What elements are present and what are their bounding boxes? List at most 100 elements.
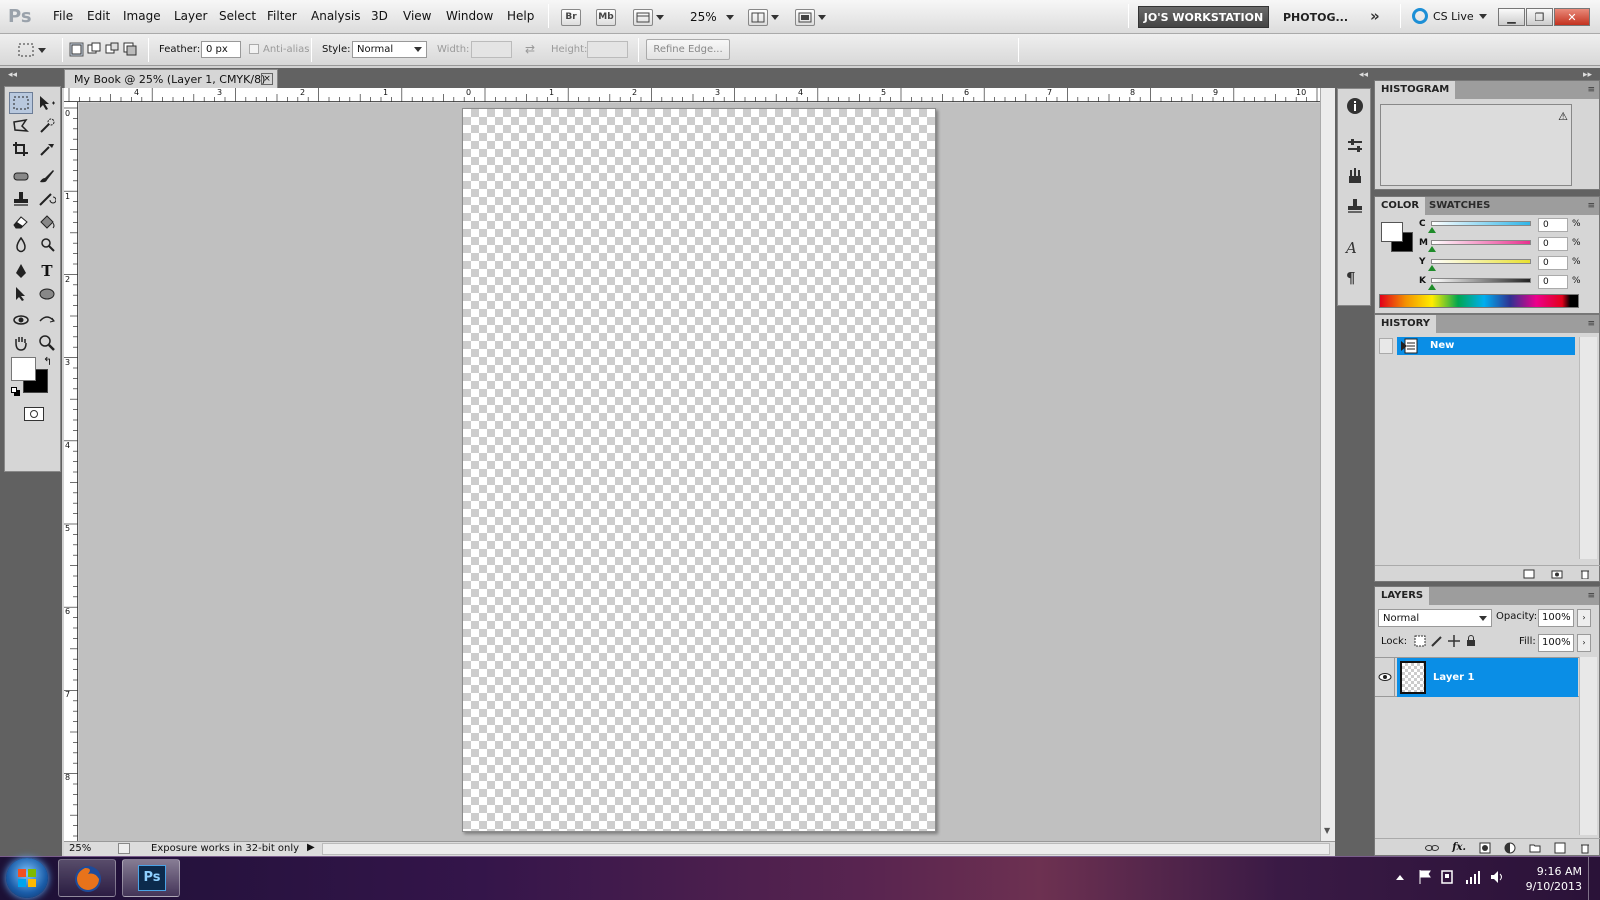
- black-slider[interactable]: [1431, 278, 1531, 283]
- vertical-scrollbar[interactable]: ▼: [1320, 88, 1335, 841]
- tool-preset-picker[interactable]: [18, 39, 56, 61]
- new-group-icon[interactable]: [1529, 842, 1541, 854]
- lock-position-icon[interactable]: [1448, 635, 1460, 647]
- screen-mode-button[interactable]: [795, 8, 826, 26]
- adjustments-icon[interactable]: [1346, 137, 1364, 155]
- panel-menu-icon[interactable]: ≡: [1587, 591, 1595, 601]
- new-snapshot-icon[interactable]: [1551, 569, 1563, 579]
- yellow-slider[interactable]: [1431, 259, 1531, 264]
- taskbar-firefox[interactable]: [58, 859, 116, 897]
- black-slider-thumb[interactable]: [1428, 284, 1436, 290]
- network-signal-icon[interactable]: [1465, 869, 1481, 885]
- eyedropper-tool[interactable]: [35, 138, 59, 160]
- expand-panels-icon[interactable]: ◂◂: [1359, 70, 1368, 80]
- dodge-tool[interactable]: [35, 234, 59, 256]
- cyan-slider[interactable]: [1431, 221, 1531, 226]
- more-workspaces-button[interactable]: »: [1370, 7, 1380, 25]
- new-selection-icon[interactable]: [69, 42, 84, 57]
- histogram-tab[interactable]: HISTOGRAM: [1375, 81, 1456, 99]
- 3d-rotate-tool[interactable]: [9, 309, 33, 331]
- document-canvas[interactable]: [462, 108, 936, 832]
- menu-help[interactable]: Help: [507, 9, 534, 23]
- taskbar-photoshop[interactable]: Ps: [122, 859, 180, 897]
- new-layer-icon[interactable]: [1554, 842, 1566, 854]
- fill-input[interactable]: 100%: [1538, 634, 1574, 652]
- intersect-selection-icon[interactable]: [123, 42, 138, 57]
- magenta-slider-thumb[interactable]: [1428, 246, 1436, 252]
- menu-filter[interactable]: Filter: [267, 9, 297, 23]
- rectangular-marquee-tool[interactable]: [9, 92, 33, 114]
- menu-edit[interactable]: Edit: [87, 9, 110, 23]
- restore-button[interactable]: ❐: [1526, 8, 1553, 26]
- pen-tool[interactable]: [9, 260, 33, 282]
- magenta-value[interactable]: 0: [1538, 237, 1568, 251]
- bridge-button[interactable]: Br: [561, 8, 581, 26]
- minibridge-button[interactable]: Mb: [596, 8, 616, 26]
- swap-colors-icon[interactable]: ↰: [43, 355, 52, 368]
- close-document-icon[interactable]: ×: [261, 73, 273, 85]
- foreground-color-swatch[interactable]: [11, 357, 36, 381]
- 3d-orbit-tool[interactable]: [35, 309, 59, 331]
- scroll-down-icon[interactable]: ▼: [1324, 826, 1330, 835]
- menu-view[interactable]: View: [403, 9, 431, 23]
- move-tool[interactable]: [35, 92, 59, 114]
- layer-row[interactable]: Layer 1: [1375, 657, 1579, 697]
- color-spectrum-bar[interactable]: [1379, 294, 1579, 308]
- menu-layer[interactable]: Layer: [174, 9, 207, 23]
- paint-bucket-tool[interactable]: [35, 211, 59, 233]
- vertical-ruler[interactable]: 0 1 2 3 4 5 6 7 8: [64, 102, 78, 841]
- paragraph-icon[interactable]: ¶: [1346, 269, 1364, 287]
- trash-icon[interactable]: [1579, 842, 1591, 854]
- panel-menu-icon[interactable]: ≡: [1587, 85, 1595, 95]
- close-button[interactable]: ✕: [1554, 8, 1590, 26]
- warning-icon[interactable]: ⚠: [1558, 110, 1568, 123]
- status-zoom[interactable]: 25%: [69, 843, 91, 854]
- brush-presets-icon[interactable]: [1346, 167, 1364, 185]
- layers-scrollbar[interactable]: [1579, 657, 1597, 835]
- quick-selection-tool[interactable]: [35, 115, 59, 137]
- action-center-flag-icon[interactable]: [1418, 869, 1432, 885]
- layer-thumbnail[interactable]: [1400, 661, 1426, 694]
- swap-dimensions-icon[interactable]: ⇄: [525, 42, 535, 56]
- cyan-slider-thumb[interactable]: [1428, 227, 1436, 233]
- tab-swatches[interactable]: SWATCHES: [1423, 197, 1496, 215]
- cyan-value[interactable]: 0: [1538, 218, 1568, 232]
- lasso-tool[interactable]: [9, 115, 33, 137]
- subtract-from-selection-icon[interactable]: [105, 42, 120, 57]
- yellow-slider-thumb[interactable]: [1428, 265, 1436, 271]
- foreground-color-swatch[interactable]: [1381, 222, 1403, 242]
- path-selection-tool[interactable]: [9, 283, 33, 305]
- default-colors-icon[interactable]: [11, 387, 20, 396]
- eraser-tool[interactable]: [9, 211, 33, 233]
- view-extras-button[interactable]: [633, 8, 664, 26]
- ellipse-tool[interactable]: [35, 283, 59, 305]
- yellow-value[interactable]: 0: [1538, 256, 1568, 270]
- start-button[interactable]: [6, 858, 48, 898]
- layer-mask-icon[interactable]: [1479, 842, 1491, 854]
- crop-tool[interactable]: [9, 138, 33, 160]
- collapse-icon[interactable]: ▸▸: [1583, 70, 1592, 80]
- menu-file[interactable]: File: [53, 9, 73, 23]
- volume-icon[interactable]: [1490, 869, 1506, 885]
- menu-window[interactable]: Window: [446, 9, 493, 23]
- layers-tab[interactable]: LAYERS: [1375, 587, 1430, 605]
- height-input[interactable]: [587, 41, 628, 58]
- panel-menu-icon[interactable]: ≡: [1587, 201, 1595, 211]
- menu-image[interactable]: Image: [123, 9, 161, 23]
- zoom-level-dropdown[interactable]: 25%: [690, 8, 734, 26]
- zoom-tool[interactable]: [35, 332, 59, 354]
- brush-tool[interactable]: [35, 165, 59, 187]
- history-brush-tool[interactable]: [35, 188, 59, 210]
- lock-all-icon[interactable]: [1465, 635, 1477, 647]
- magenta-slider[interactable]: [1431, 240, 1531, 245]
- add-to-selection-icon[interactable]: [87, 42, 102, 57]
- blend-mode-select[interactable]: Normal: [1378, 609, 1492, 627]
- quick-mask-button[interactable]: [24, 407, 44, 421]
- opacity-slider-toggle-icon[interactable]: ›: [1577, 609, 1591, 627]
- horizontal-ruler[interactable]: 4 3 2 1 0 1 2 3 4 5 6 7 8 9 10: [64, 88, 1320, 102]
- opacity-input[interactable]: 100%: [1538, 609, 1574, 627]
- workspace-button[interactable]: JO'S WORKSTATION: [1138, 6, 1269, 28]
- style-select[interactable]: Normal: [352, 41, 427, 58]
- trash-icon[interactable]: [1579, 569, 1591, 579]
- width-input[interactable]: [471, 41, 512, 58]
